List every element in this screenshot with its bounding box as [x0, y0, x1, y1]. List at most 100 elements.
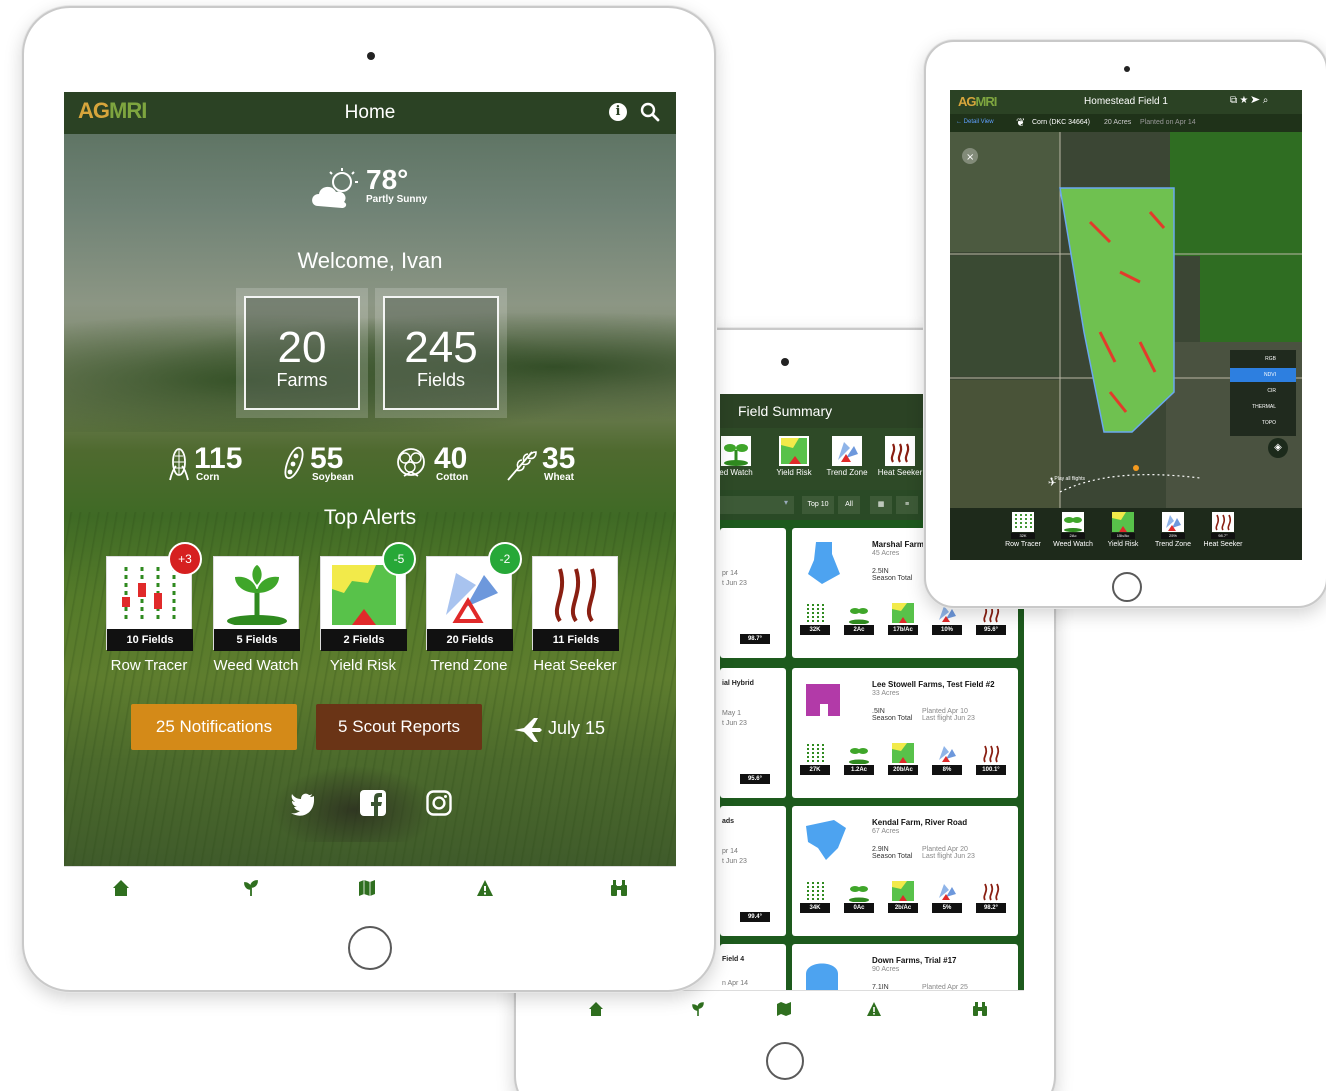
app-bar: AGMRI Home i	[64, 92, 676, 134]
wheat-icon	[507, 451, 537, 481]
tool-heat-seeker[interactable]: Heat Seeker	[874, 436, 926, 477]
alert-badge: -5	[382, 542, 416, 576]
filter-select[interactable]: ▾	[720, 496, 794, 514]
yield-risk-icon	[891, 742, 915, 764]
alert-icon[interactable]	[476, 879, 494, 897]
app-bar: AGMRI Homestead Field 1 ⧉ ★ ➤ ⌕	[950, 90, 1302, 114]
cotton-icon	[397, 448, 425, 477]
back-link[interactable]: ← Detail View	[956, 119, 994, 125]
info-icon[interactable]: i	[609, 103, 627, 121]
field-shape	[806, 820, 846, 860]
field-info-bar: ← Detail View ❦ Corn (DKC 34664) 20 Acre…	[950, 114, 1302, 132]
tab-bar	[64, 866, 676, 908]
search-icon[interactable]	[640, 102, 660, 122]
home-button[interactable]	[348, 926, 392, 970]
filter-top10-button[interactable]: Top 10	[802, 496, 834, 514]
trend-zone-icon	[935, 742, 959, 764]
notifications-button[interactable]: 25 Notifications	[131, 704, 297, 750]
field-shape	[808, 542, 840, 584]
corn-icon	[169, 448, 189, 481]
field-card[interactable]: Kendal Farm, River Road 67 Acres 2.9IN Se…	[792, 806, 1018, 936]
weed-watch-icon	[847, 880, 871, 903]
svg-text:×: ×	[966, 152, 974, 163]
twitter-icon[interactable]	[290, 790, 316, 816]
soybean-icon	[284, 447, 304, 479]
weed-watch-icon	[847, 742, 871, 765]
tool-weed-watch[interactable]: 2Ac Weed Watch	[1048, 512, 1098, 548]
weed-watch-icon	[847, 602, 871, 625]
temperature: 78°	[366, 164, 409, 195]
home-icon[interactable]	[112, 879, 130, 897]
field-card-partial[interactable]: ads pr 14 t Jun 23 99.4°	[720, 806, 786, 936]
tool-trend-zone[interactable]: 25% Trend Zone	[1148, 512, 1198, 548]
airplane-icon: ✈	[1048, 478, 1057, 489]
tablet-home: AGMRI Home i 78° Partly Sunny Welcome, I…	[22, 6, 716, 992]
weather-condition: Partly Sunny	[366, 194, 428, 205]
weather-widget[interactable]: 78° Partly Sunny	[310, 164, 440, 214]
plant-icon[interactable]	[242, 879, 260, 897]
alert-badge: +3	[168, 542, 202, 576]
alert-badge: -2	[488, 542, 522, 576]
yield-risk-icon	[891, 880, 915, 902]
instagram-icon[interactable]	[426, 790, 452, 816]
facebook-icon[interactable]	[360, 790, 386, 816]
layer-ndvi[interactable]: NDVI	[1230, 368, 1296, 382]
marketing-composition: Field Summary ed Watch Yield Risk Trend …	[0, 0, 1326, 1091]
star-icon[interactable]: ★	[1240, 95, 1248, 106]
camera	[367, 52, 375, 60]
weed-watch-icon	[1062, 512, 1084, 532]
map-layer-panel: RGB NDVI CIR THERMAL TOPO	[1230, 350, 1296, 436]
welcome-message: Welcome, Ivan	[297, 248, 443, 273]
yield-risk-icon	[779, 436, 809, 466]
field-shape	[806, 684, 840, 716]
layers-icon[interactable]: ◈	[1268, 438, 1288, 458]
trend-zone-icon	[935, 880, 959, 902]
grid-view-button[interactable]: ▦	[870, 496, 892, 514]
fields-stat-card[interactable]: 245 Fields	[375, 288, 507, 418]
tool-trend-zone[interactable]: Trend Zone	[821, 436, 873, 477]
map-icon[interactable]	[776, 1001, 794, 1019]
location-arrow-icon[interactable]: ➤	[1251, 95, 1260, 106]
alert-icon[interactable]	[866, 1001, 884, 1019]
row-tracer-icon	[803, 742, 827, 764]
yield-risk-icon	[891, 602, 915, 624]
corn-icon: ❦	[1016, 117, 1026, 129]
field-card-partial[interactable]: pr 14 t Jun 23 98.7°	[720, 528, 786, 658]
tool-row-tracer[interactable]: 32K Row Tracer	[998, 512, 1048, 548]
field-card-partial[interactable]: ial Hybrid May 1 t Jun 23 95.6°	[720, 668, 786, 798]
page-title: Home	[344, 102, 396, 123]
tool-weed-watch[interactable]: ed Watch	[720, 436, 762, 477]
tool-heat-seeker[interactable]: 98.7° Heat Seeker	[1198, 512, 1248, 548]
binoculars-icon[interactable]	[610, 879, 628, 897]
layer-topo[interactable]: TOPO	[1230, 416, 1296, 430]
field-map[interactable]: × RGB NDVI CIR THERMAL TOPO ● Play all f…	[950, 132, 1302, 508]
scout-reports-button[interactable]: 5 Scout Reports	[316, 704, 482, 750]
row-tracer-icon	[1012, 512, 1034, 532]
tab-bar	[548, 990, 1024, 1028]
row-tracer-icon	[803, 602, 827, 624]
weed-watch-icon	[227, 565, 287, 625]
layer-rgb[interactable]: RGB	[1230, 352, 1296, 366]
farms-stat-card[interactable]: 20 Farms	[236, 288, 368, 418]
tool-yield-risk[interactable]: Yield Risk	[768, 436, 820, 477]
layer-cir[interactable]: CIR	[1230, 384, 1296, 398]
field-card[interactable]: Lee Stowell Farms, Test Field #2 33 Acre…	[792, 668, 1018, 798]
search-icon[interactable]: ⌕	[1263, 95, 1269, 106]
layer-thermal[interactable]: THERMAL	[1230, 400, 1296, 414]
external-link-icon[interactable]: ⧉	[1230, 95, 1237, 106]
satellite-map: ×	[950, 132, 1302, 508]
binoculars-icon[interactable]	[972, 1001, 990, 1019]
plant-icon[interactable]	[690, 1001, 708, 1019]
home-button[interactable]	[766, 1042, 804, 1080]
filter-all-button[interactable]: All	[838, 496, 860, 514]
tool-yield-risk[interactable]: 15b/Ac Yield Risk	[1098, 512, 1148, 548]
map-icon[interactable]	[358, 879, 376, 897]
home-icon[interactable]	[588, 1001, 606, 1019]
home-button[interactable]	[1112, 572, 1142, 602]
tool-strip: 32K Row Tracer 2Ac Weed Watch 15b/Ac Yie…	[950, 508, 1302, 560]
field-detail-screen: AGMRI Homestead Field 1 ⧉ ★ ➤ ⌕ ← Detail…	[950, 90, 1302, 560]
camera	[1124, 66, 1130, 72]
partly-sunny-icon	[312, 168, 358, 208]
home-screen: AGMRI Home i 78° Partly Sunny Welcome, I…	[64, 92, 676, 908]
list-view-button[interactable]: ≡	[896, 496, 918, 514]
